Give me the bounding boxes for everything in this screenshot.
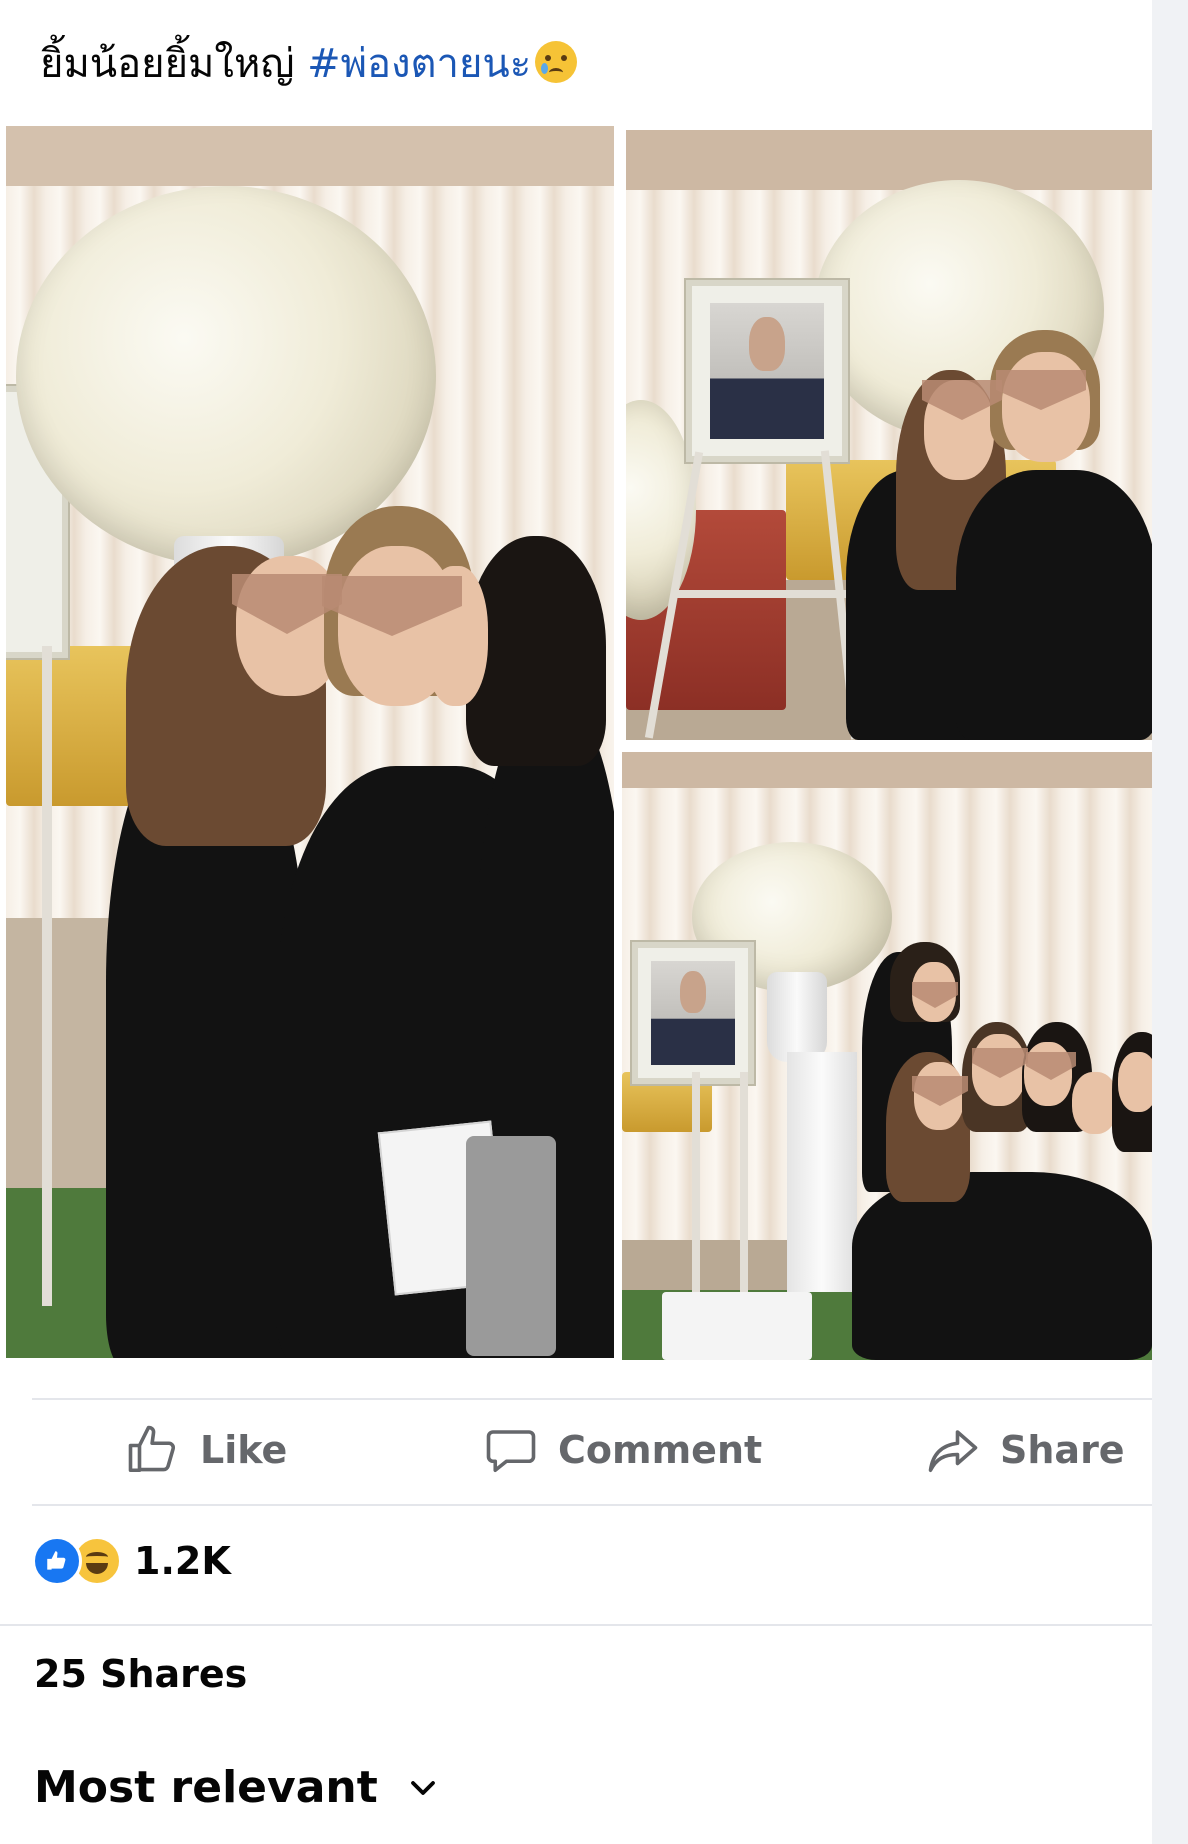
- divider-lower: [0, 1624, 1152, 1626]
- share-button[interactable]: Share: [926, 1396, 1125, 1504]
- like-button[interactable]: Like: [126, 1396, 287, 1504]
- comment-label: Comment: [558, 1428, 763, 1472]
- reaction-count: 1.2K: [134, 1539, 231, 1583]
- like-label: Like: [200, 1428, 288, 1472]
- thumbs-up-icon: [128, 1425, 176, 1473]
- post-photo-2[interactable]: [626, 130, 1152, 740]
- crying-face-icon: [535, 41, 578, 83]
- post-caption: ยิ้มน้อยยิ้มใหญ่ #พ่องตายนะ: [40, 32, 578, 96]
- caption-text: ยิ้มน้อยยิ้มใหญ่: [40, 41, 308, 87]
- divider-middle: [32, 1504, 1152, 1506]
- like-reaction-icon: [32, 1536, 82, 1586]
- sort-label: Most relevant: [34, 1762, 378, 1813]
- post-photo-1[interactable]: [6, 126, 614, 1358]
- reaction-summary[interactable]: 1.2K: [32, 1536, 231, 1586]
- comment-button[interactable]: Comment: [484, 1396, 762, 1504]
- share-arrow-icon: [928, 1430, 978, 1473]
- share-label: Share: [1000, 1428, 1125, 1472]
- hashtag-link[interactable]: #พ่องตายนะ: [307, 41, 531, 87]
- post-actions-bar: Like Comment Share: [0, 1396, 1152, 1504]
- share-count[interactable]: 25 Shares: [34, 1652, 247, 1696]
- chevron-down-icon: [410, 1780, 435, 1795]
- page-side-strip: [1152, 0, 1188, 1844]
- comment-sort-dropdown[interactable]: Most relevant: [34, 1762, 438, 1813]
- post-photo-3[interactable]: [622, 752, 1152, 1360]
- speech-bubble-icon: [486, 1430, 536, 1473]
